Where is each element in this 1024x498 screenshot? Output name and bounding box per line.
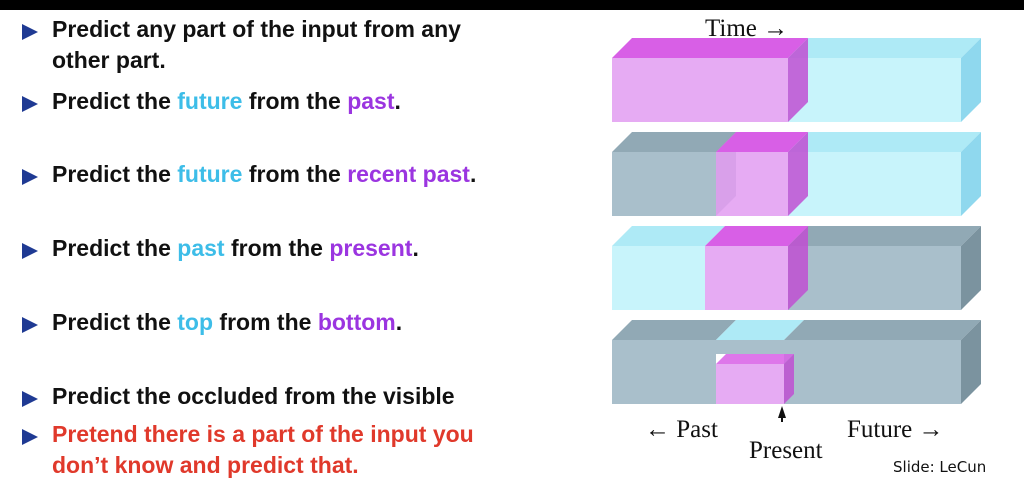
future-block-front — [788, 152, 961, 216]
present-label: Present — [749, 437, 823, 464]
bullet-item-pretend: Pretend there is a part of the input you… — [22, 419, 474, 481]
bullet-text: Predict the occluded from the visible — [52, 383, 455, 409]
bullet-line: Predict any part of the input from any — [52, 16, 461, 42]
text-span: . — [394, 88, 401, 114]
bullet-item-any-part: Predict any part of the input from any o… — [22, 14, 461, 76]
visible-right-block-top — [784, 320, 981, 340]
recent-past-block-front — [716, 152, 788, 216]
bullet-marker-icon — [22, 96, 38, 112]
text-span: Predict the — [52, 161, 178, 187]
bullet-item-occluded-from-visible: Predict the occluded from the visible — [22, 381, 455, 412]
past-block-front — [612, 246, 705, 310]
bullet-line: other part. — [52, 47, 166, 73]
highlight-cyan: future — [177, 161, 243, 187]
occluded-block-front — [716, 364, 784, 404]
row-future-from-recent-past — [612, 132, 981, 216]
top-black-bar — [0, 0, 1024, 10]
bullet-text: Predict the past from the present. — [52, 233, 419, 264]
future-context-block-top — [788, 226, 981, 246]
highlight-cyan: future — [177, 88, 243, 114]
text-span: from the — [213, 309, 318, 335]
time-label: Time → — [705, 15, 788, 42]
time-prediction-diagram: .cf { fill: #c8f4fb; } .ct { fill: #aeea… — [612, 15, 981, 464]
context-block-front — [612, 152, 716, 216]
highlight-purple: present — [329, 235, 413, 261]
bullet-text: Pretend there is a part of the input you… — [52, 419, 474, 481]
text-span: Predict the — [52, 88, 178, 114]
bullet-line: Pretend there is a part of the input you — [52, 421, 474, 447]
future-label: Future → — [847, 416, 944, 443]
bullet-text: Predict any part of the input from any o… — [52, 14, 461, 76]
text-span: Predict the — [52, 309, 178, 335]
context-block-top — [612, 132, 736, 152]
bullet-text: Predict the future from the past. — [52, 86, 401, 117]
text-span: . — [412, 235, 419, 261]
bullet-item-future-from-past: Predict the future from the past. — [22, 86, 401, 117]
occluded-block-top — [716, 354, 794, 364]
row-future-from-past — [612, 38, 981, 122]
present-block-front — [705, 246, 788, 310]
bullet-text: Predict the top from the bottom. — [52, 307, 402, 338]
bullet-marker-icon — [22, 169, 38, 185]
bullet-item-top-from-bottom: Predict the top from the bottom. — [22, 307, 402, 338]
text-span: from the — [242, 88, 348, 114]
future-context-block-front — [788, 246, 961, 310]
bullet-text: Predict the future from the recent past. — [52, 159, 476, 190]
text-span: from the — [242, 161, 348, 187]
highlight-cyan: past — [177, 235, 225, 261]
row-past-from-present — [612, 226, 981, 310]
highlight-purple: bottom — [317, 309, 396, 335]
text-span: . — [395, 309, 403, 335]
future-block-front — [788, 58, 961, 122]
visible-right-block-front — [784, 340, 961, 404]
future-block-top — [788, 132, 981, 152]
past-block-top — [612, 38, 808, 58]
highlight-purple: recent past — [347, 161, 470, 187]
bullet-marker-icon — [22, 429, 38, 445]
bullet-marker-icon — [22, 391, 38, 407]
past-block-front — [612, 58, 788, 122]
text-span: . — [469, 161, 477, 187]
highlight-purple: past — [347, 88, 395, 114]
slide-credit: Slide: LeCun — [893, 458, 987, 476]
visible-left-block-top — [612, 320, 736, 340]
bullet-item-future-from-recent-past: Predict the future from the recent past. — [22, 159, 476, 190]
past-label: ← Past — [645, 416, 718, 443]
bullet-marker-icon — [22, 243, 38, 259]
bullet-item-past-from-present: Predict the past from the present. — [22, 233, 419, 264]
bullet-line: don’t know and predict that. — [52, 452, 359, 478]
row-occluded-from-visible — [612, 320, 981, 404]
text-span: from the — [224, 235, 330, 261]
highlight-cyan: top — [177, 309, 214, 335]
bullet-marker-icon — [22, 24, 38, 40]
bullet-marker-icon — [22, 317, 38, 333]
visible-left-block-front — [612, 340, 716, 404]
visible-upper-strip — [716, 340, 784, 354]
text-span: Predict the — [52, 235, 178, 261]
